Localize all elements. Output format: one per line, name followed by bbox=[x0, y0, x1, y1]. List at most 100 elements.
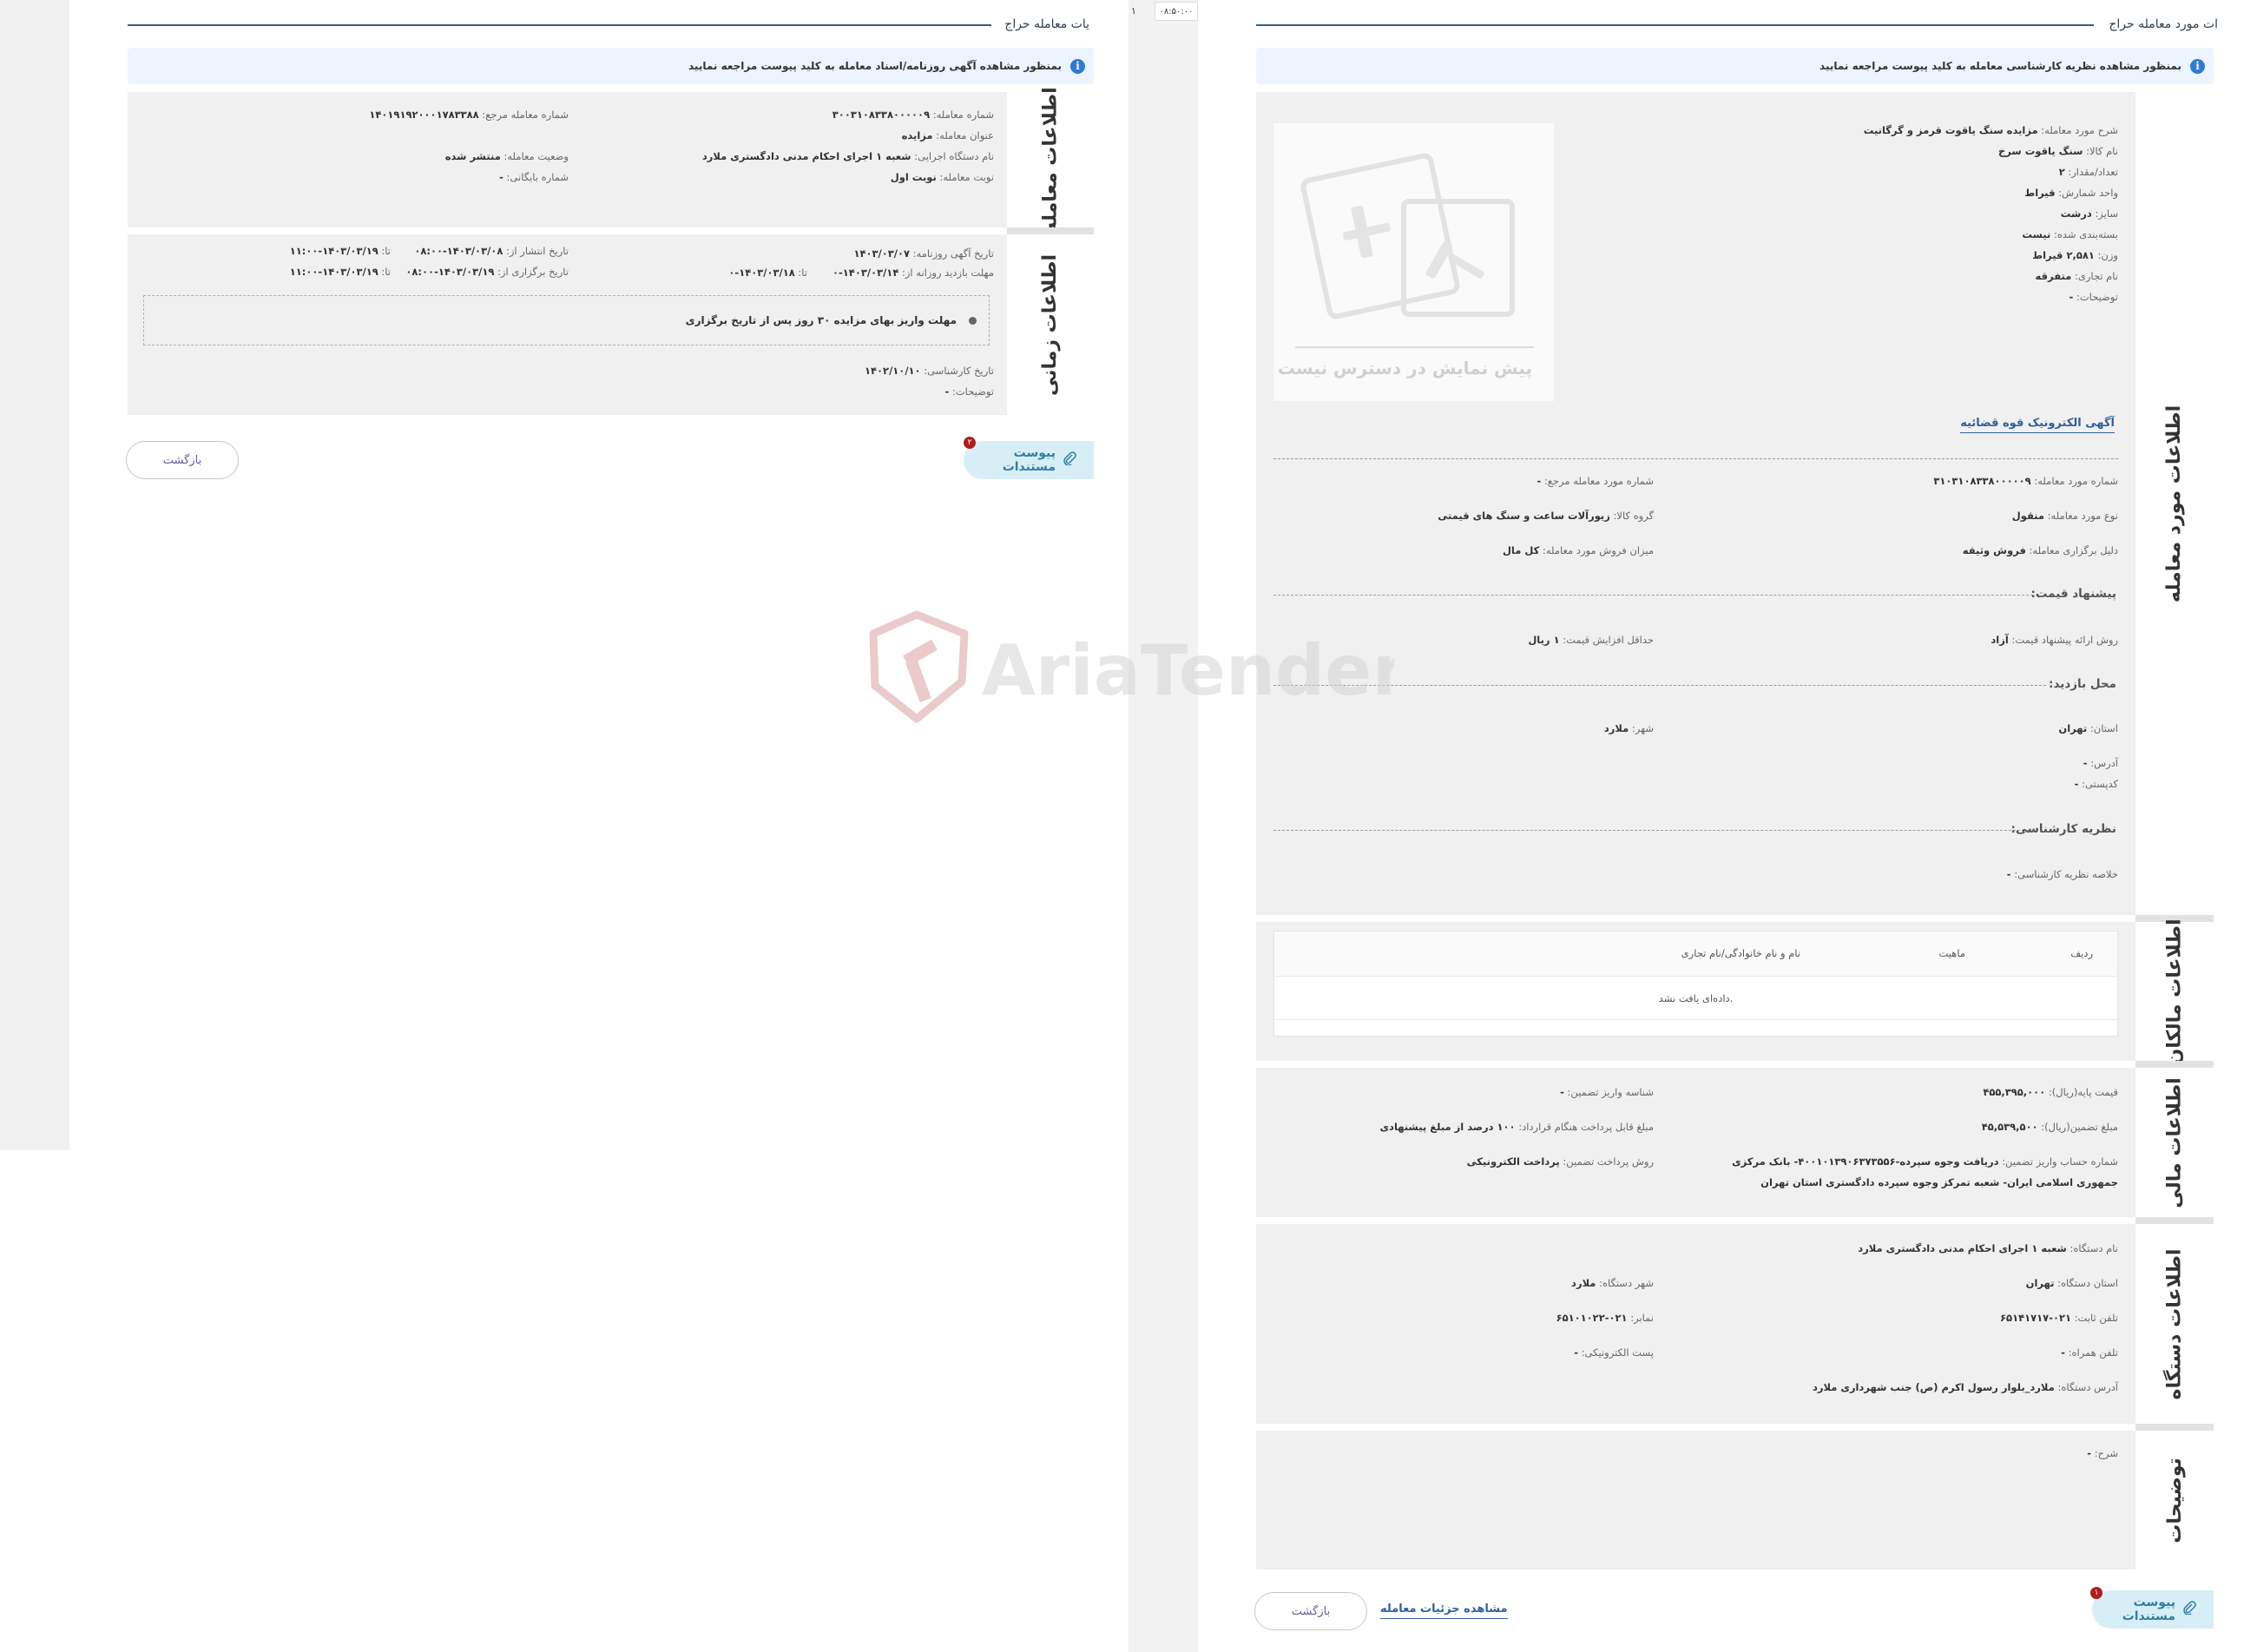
dashed-divider bbox=[1273, 830, 2029, 831]
item-brand: نام تجاری: متفرقه bbox=[2035, 270, 2118, 282]
finance-tab: اطلاعات مالی bbox=[2135, 1068, 2214, 1217]
deal-info-tab-label: اطلاعات معامله bbox=[1039, 86, 1062, 234]
right-title-line bbox=[1256, 24, 2094, 26]
time-info-tab: اطلاعات زمانی bbox=[1007, 234, 1094, 415]
guarantee-account-line2: جمهوری اسلامی ایران- شعبه تمرکز وجوه سپر… bbox=[1760, 1176, 2118, 1188]
owners-tab-label: اطلاعات مالکان bbox=[2163, 918, 2186, 1064]
deal-agency: نام دستگاه اجرایی: شعبه ۱ اجرای احکام مد… bbox=[701, 150, 994, 162]
finance-tab-label: اطلاعات مالی bbox=[2163, 1076, 2186, 1208]
right-attach-label: پیوست مستندات bbox=[2122, 1596, 2175, 1623]
agency-city: شهر دستگاه: ملارد bbox=[1571, 1277, 1654, 1289]
right-attach-button[interactable]: پیوست مستندات bbox=[2092, 1590, 2214, 1629]
left-section-title: یات معامله حراج bbox=[1004, 17, 1089, 31]
deal-ref-number: شماره معامله مرجع: ۱۴۰۱۹۱۹۲۰۰۰۱۷۸۳۳۸۸ bbox=[369, 109, 569, 121]
agency-tab: اطلاعات دستگاه bbox=[2135, 1224, 2214, 1424]
right-section-title: ات مورد معامله حراج bbox=[2109, 17, 2218, 31]
judiciary-ad-link[interactable]: آگهی الکترونیک قوه قضائیه bbox=[1960, 417, 2115, 433]
item-type: نوع مورد معامله: منقول bbox=[2011, 510, 2118, 522]
agency-fax: نمابر: ۰۲۱-۶۵۱۰۱۰۲۲ bbox=[1556, 1312, 1654, 1324]
right-notice-bar: i بمنظور مشاهده نظریه کارشناسی معامله به… bbox=[1256, 48, 2214, 84]
visit-city: شهر: ملارد bbox=[1603, 722, 1654, 734]
left-back-button[interactable]: بازگشت bbox=[126, 441, 239, 479]
deal-info-tab: اطلاعات معامله bbox=[1007, 87, 1094, 233]
price-heading: پیشنهاد قیمت: bbox=[2030, 587, 2116, 601]
agency-tab-label: اطلاعات دستگاه bbox=[2163, 1248, 2186, 1399]
owners-tab: اطلاعات مالکان bbox=[2135, 918, 2214, 1064]
left-attach-badge: ۲ bbox=[964, 437, 976, 449]
publish-from: تاریخ انتشار از: ۱۴۰۳/۰۳/۰۸-۰۸:۰۰ bbox=[414, 245, 569, 257]
item-info-tab: اطلاعات مورد معامله bbox=[2135, 92, 2214, 915]
watermark-text: AriaTender.neT bbox=[982, 630, 1394, 711]
left-background bbox=[0, 0, 69, 1150]
left-attach-label: پیوست مستندات bbox=[1002, 446, 1056, 474]
item-description: شرح مورد معامله: مزایده سنگ یاقوت قرمز و… bbox=[1863, 124, 2118, 136]
item-weight: وزن: ۲,۵۸۱ قیراط bbox=[2032, 249, 2118, 261]
left-title-line bbox=[128, 24, 991, 26]
description-tab: توضیحات bbox=[2135, 1431, 2214, 1570]
paperclip-icon bbox=[2182, 1601, 2196, 1618]
min-increase: حداقل افزایش قیمت: ۱ ریال bbox=[1528, 634, 1654, 646]
visit-province: استان: تهران bbox=[2058, 722, 2118, 734]
holding-reason: دلیل برگزاری معامله: فروش وثیقه bbox=[1962, 544, 2118, 556]
time-display: ۰۸:۵۰:۰۰ bbox=[1155, 2, 1198, 21]
item-info-tab-label: اطلاعات مورد معامله bbox=[2163, 405, 2186, 602]
item-packaging: بسته‌بندی شده: نیست bbox=[2022, 228, 2118, 240]
item-goods-name: نام کالا: سنگ یاقوت سرخ bbox=[1997, 145, 2118, 157]
item-ref-number: شماره مورد معامله مرجع: - bbox=[1536, 475, 1655, 487]
hold-to: تا: ۱۴۰۳/۰۳/۱۹-۱۱:۰۰ bbox=[289, 266, 391, 278]
description-tab-label: توضیحات bbox=[2163, 1457, 2186, 1543]
deal-turn: نوبت معامله: نوبت اول bbox=[890, 171, 994, 183]
hold-from: تاریخ برگزاری از: ۱۴۰۳/۰۳/۱۹-۰۸:۰۰ bbox=[405, 266, 569, 278]
visit-to: تا: ۱۴۰۳/۰۳/۱۸-۰ bbox=[728, 267, 807, 279]
left-notice-text: بمنظور مشاهده آگهی روزنامه/اسناد معامله … bbox=[688, 60, 1062, 72]
item-notes: توضیحات: - bbox=[2069, 291, 2118, 303]
image-preview: پیش نمایش در دسترس نیست bbox=[1273, 123, 1554, 401]
owners-table: ردیف ماهیت نام و نام خانوادگی/نام تجاری … bbox=[1273, 931, 2118, 1037]
guarantee-amount: مبلغ تضمین(ریال): ۴۵,۵۳۹,۵۰۰ bbox=[1981, 1121, 2118, 1133]
deadline-note: مهلت واریز بهای مزایده ۳۰ روز پس از تاری… bbox=[685, 314, 957, 326]
paperclip-icon bbox=[1063, 451, 1076, 469]
page-divider bbox=[1128, 0, 1198, 1652]
right-back-button[interactable]: بازگشت bbox=[1254, 1592, 1367, 1630]
deal-status: وضعیت معامله: منتشر شده bbox=[444, 150, 569, 162]
deal-archive-number: شماره بایگانی: - bbox=[499, 171, 569, 183]
expert-date: تاریخ کارشناسی: ۱۴۰۲/۱۰/۱۰ bbox=[865, 365, 994, 377]
col-nature: ماهیت bbox=[1938, 947, 1966, 959]
guarantee-id: شناسه واریز تضمین: - bbox=[1560, 1086, 1654, 1098]
sale-amount: میزان فروش مورد معامله: کل مال bbox=[1502, 544, 1654, 556]
description-panel bbox=[1256, 1431, 2135, 1570]
goods-group: گروه کالا: زیورآلات ساعت و سنگ های قیمتی bbox=[1438, 510, 1654, 522]
divider-marker: ۱ bbox=[1131, 5, 1136, 16]
visit-address: آدرس: - bbox=[2083, 757, 2118, 769]
agency-address: آدرس دستگاه: ملارد_بلوار رسول اکرم (ص) ج… bbox=[1812, 1381, 2118, 1393]
deal-details-link[interactable]: مشاهده جزئیات معامله bbox=[1380, 1603, 1508, 1619]
tab-separator bbox=[2135, 1424, 2214, 1431]
visit-heading: محل بازدید: bbox=[2049, 677, 2116, 691]
guarantee-pay-method: روش پرداخت تضمین: پرداخت الکترونیکی bbox=[1466, 1155, 1654, 1168]
item-size: سایز: درشت bbox=[2060, 207, 2118, 220]
agency-email: پست الکترونیکی: - bbox=[1574, 1346, 1654, 1359]
expert-summary: خلاصه نظریه کارشناسی: - bbox=[2006, 868, 2118, 880]
expert-heading: نظریه کارشناسی: bbox=[2010, 822, 2116, 836]
visit-postal-code: کدپستی: - bbox=[2074, 778, 2118, 790]
deal-title: عنوان معامله: مزایده bbox=[901, 129, 994, 142]
agency-province: استان دستگاه: تهران bbox=[2025, 1277, 2118, 1289]
newspaper-ad-date: تاریخ آگهی روزنامه: ۱۴۰۳/۰۳/۰۷ bbox=[853, 247, 994, 260]
col-row: ردیف bbox=[2070, 947, 2093, 959]
dashed-divider bbox=[1273, 595, 2033, 596]
agency-phone: تلفن ثابت: ۰۲۱-۶۵۱۴۱۷۱۷ bbox=[2000, 1312, 2118, 1324]
col-name: نام و نام خانوادگی/نام تجاری bbox=[1681, 947, 1800, 959]
left-attach-button[interactable]: پیوست مستندات bbox=[964, 441, 1094, 479]
contract-payment: مبلغ قابل پرداخت هنگام قرارداد: ۱۰۰ درصد… bbox=[1379, 1121, 1654, 1133]
base-price: قیمت پایه(ریال): ۴۵۵,۳۹۵,۰۰۰ bbox=[1983, 1086, 2118, 1098]
publish-to: تا: ۱۴۰۳/۰۳/۱۹-۱۱:۰۰ bbox=[289, 245, 391, 257]
owners-table-header: ردیف ماهیت نام و نام خانوادگی/نام تجاری bbox=[1274, 931, 2117, 977]
info-icon: i bbox=[2190, 58, 2205, 74]
description-text: شرح: - bbox=[2087, 1447, 2118, 1459]
time-description: توضیحات: - bbox=[944, 385, 994, 398]
left-notice-bar: i بمنظور مشاهده آگهی روزنامه/اسناد معامل… bbox=[128, 48, 1094, 84]
deadline-note-box: مهلت واریز بهای مزایده ۳۰ روز پس از تاری… bbox=[143, 295, 990, 346]
tab-separator bbox=[2135, 1217, 2214, 1224]
guarantee-account: شماره حساب واریز تضمین: دریافت وجوه سپرد… bbox=[1732, 1155, 2118, 1168]
deal-number: شماره معامله: ۳۰۰۳۱۰۸۳۳۸۰۰۰۰۰۹ bbox=[832, 109, 994, 121]
